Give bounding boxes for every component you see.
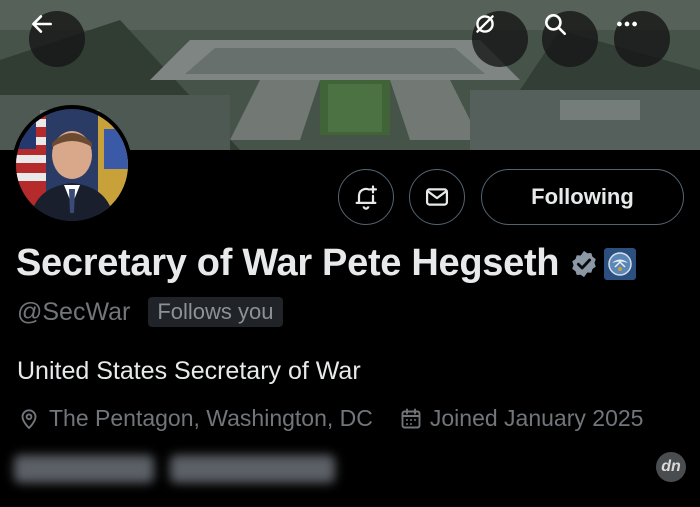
following-button[interactable]: Following xyxy=(481,169,684,225)
handle: @SecWar xyxy=(17,297,131,326)
joined-text: Joined January 2025 xyxy=(429,405,644,431)
location-item: The Pentagon, Washington, DC xyxy=(17,405,373,432)
location-text: The Pentagon, Washington, DC xyxy=(49,405,373,431)
envelope-icon xyxy=(425,188,449,206)
calendar-icon xyxy=(401,408,421,428)
following-button-label: Following xyxy=(531,184,634,209)
display-name-row: Secretary of War Pete Hegseth xyxy=(16,242,637,285)
arrow-left-icon xyxy=(32,15,52,33)
map-pin-icon xyxy=(21,408,37,429)
bell-plus-icon xyxy=(355,185,378,210)
more-button[interactable] xyxy=(614,11,670,67)
search-icon xyxy=(545,14,567,36)
more-horizontal-icon xyxy=(617,21,637,27)
joined-item: Joined January 2025 xyxy=(399,405,644,432)
back-button[interactable] xyxy=(29,11,85,67)
notifications-button[interactable] xyxy=(338,169,394,225)
avatar-image xyxy=(16,109,128,221)
avatar[interactable] xyxy=(12,105,132,225)
display-name: Secretary of War Pete Hegseth xyxy=(16,242,560,284)
department-seal-icon[interactable] xyxy=(604,247,637,280)
eye-slash-icon xyxy=(476,15,494,33)
follow-counts-blurred xyxy=(14,455,335,483)
handle-row: @SecWar Follows you xyxy=(17,297,283,327)
follows-you-badge: Follows you xyxy=(148,297,283,327)
bio: United States Secretary of War xyxy=(17,357,361,385)
profile-meta-row: The Pentagon, Washington, DC Joined Janu… xyxy=(17,405,643,432)
message-button[interactable] xyxy=(409,169,465,225)
verified-badge-icon[interactable] xyxy=(569,249,599,279)
search-button[interactable] xyxy=(542,11,598,67)
hide-button[interactable] xyxy=(472,11,528,67)
watermark-logo: dn xyxy=(656,452,686,482)
